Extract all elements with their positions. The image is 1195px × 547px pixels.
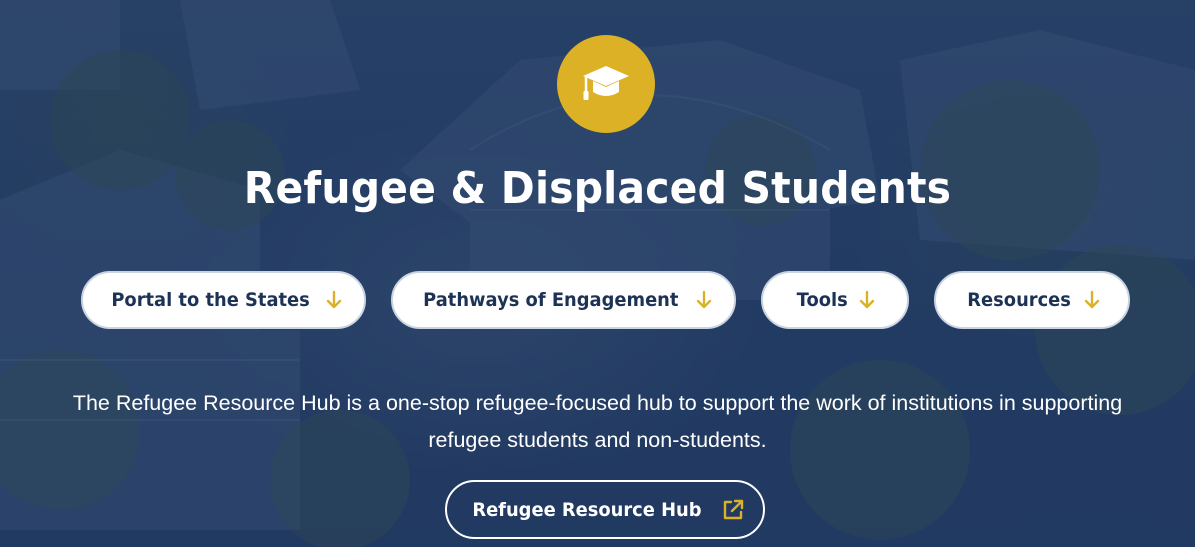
arrow-down-icon (326, 290, 342, 309)
arrow-down-icon (859, 290, 875, 309)
description-line: The Refugee Resource Hub is a one-stop r… (72, 391, 1123, 415)
hub-description: The Refugee Resource Hub is a one-stop r… (40, 385, 1155, 459)
hero-section: Refugee & Displaced Students Portal to t… (0, 0, 1195, 547)
button-label: Refugee Resource Hub (472, 498, 702, 521)
page-title: Refugee & Displaced Students (243, 163, 952, 214)
refugee-resource-hub-button[interactable]: Refugee Resource Hub (445, 480, 765, 539)
button-label: Pathways of Engagement (422, 289, 679, 311)
arrow-down-icon (697, 290, 712, 309)
graduation-cap-badge (557, 35, 655, 133)
description-line: refugee students and non-students. (428, 428, 767, 452)
button-label: Resources (967, 289, 1071, 311)
portal-to-the-states-button[interactable]: Portal to the States (81, 271, 366, 329)
external-link-icon (723, 499, 744, 519)
button-label: Portal to the States (111, 289, 310, 311)
arrow-down-icon (1084, 290, 1100, 309)
resources-button[interactable]: Resources (934, 271, 1130, 329)
graduation-cap-icon (583, 66, 629, 100)
tools-button[interactable]: Tools (761, 271, 909, 329)
button-label: Tools (796, 289, 848, 311)
pathways-of-engagement-button[interactable]: Pathways of Engagement (391, 271, 736, 329)
